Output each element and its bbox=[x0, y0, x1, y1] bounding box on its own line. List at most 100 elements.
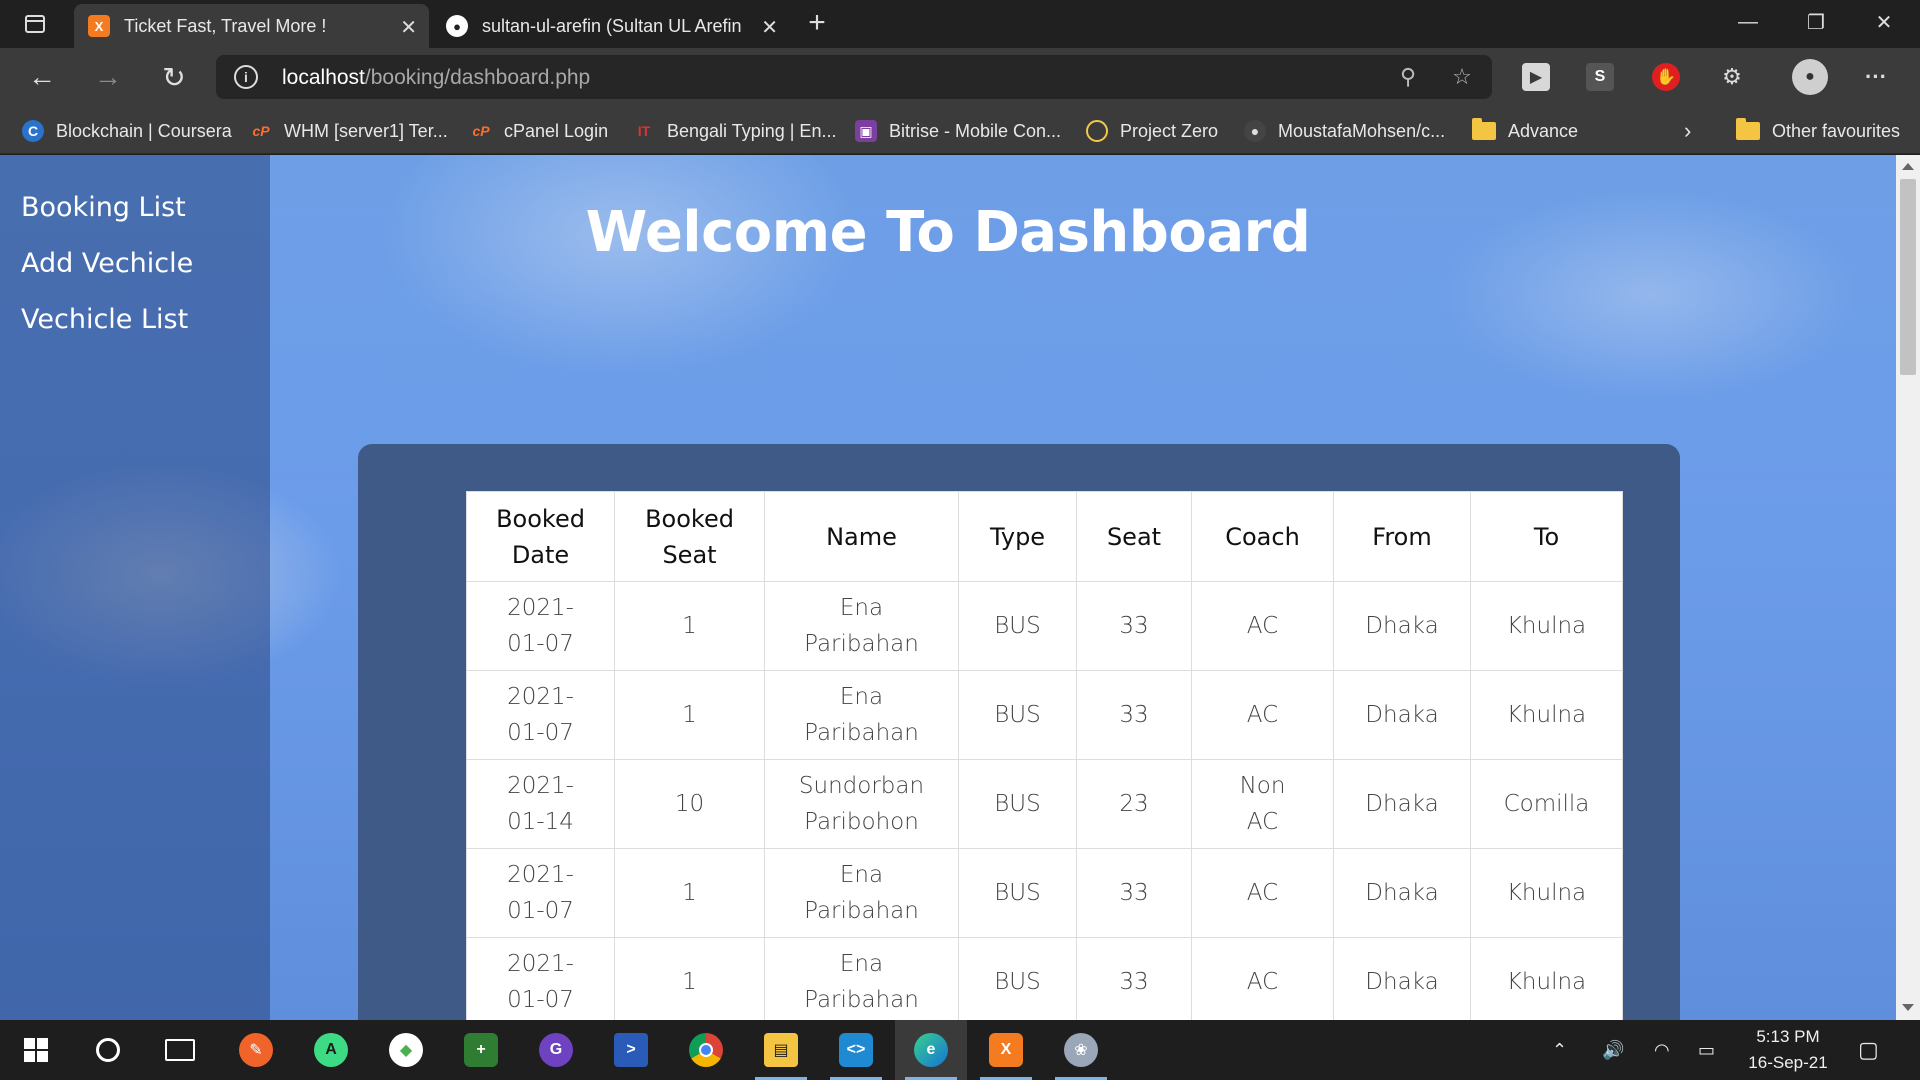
bookmark-bitrise[interactable]: ▣ Bitrise - Mobile Con... bbox=[855, 118, 1061, 144]
bookmark-folder-advance[interactable]: Advance bbox=[1472, 118, 1578, 144]
cell-text: Paribohon bbox=[804, 809, 919, 835]
cell-text: Khulna bbox=[1506, 969, 1587, 995]
sidebar-link-booking-list[interactable]: Booking List bbox=[21, 192, 186, 223]
scroll-down-icon[interactable] bbox=[1902, 1004, 1914, 1011]
cell-text: Ena bbox=[839, 595, 884, 621]
extensions-icon[interactable]: ⚙ bbox=[1718, 63, 1746, 91]
taskbar-app-file-explorer[interactable]: ▤ bbox=[745, 1020, 817, 1080]
page-viewport: Booking List Add Vechicle Vechicle List … bbox=[0, 155, 1896, 1020]
header-text: Date bbox=[511, 540, 570, 569]
cell-text: Dhaka bbox=[1365, 702, 1439, 728]
task-view-button[interactable] bbox=[144, 1020, 216, 1080]
cell-text: Dhaka bbox=[1365, 613, 1439, 639]
windows-taskbar: ✎ A ◆ + G > ▤ <> e X ❀ ⌃ 🔊 ◠ ▭ 5:13 PM 1… bbox=[0, 1020, 1920, 1080]
cell-text: AC bbox=[1246, 702, 1279, 728]
clock-date: 16-Sep-21 bbox=[1748, 1053, 1828, 1072]
cell-booked-seat: 10 bbox=[614, 759, 765, 849]
start-button[interactable] bbox=[0, 1020, 72, 1080]
taskbar-app-edge[interactable]: e bbox=[895, 1020, 967, 1080]
tab-ticket-fast[interactable]: X Ticket Fast, Travel More ! ✕ bbox=[74, 4, 429, 48]
cell-text: 2021- bbox=[507, 595, 574, 621]
cell-text: Comilla bbox=[1503, 791, 1590, 817]
bookmark-other-favourites[interactable]: Other favourites bbox=[1736, 118, 1900, 144]
bookmark-bengali-typing[interactable]: IT Bengali Typing | En... bbox=[633, 118, 837, 144]
cell-to: Khulna bbox=[1470, 848, 1623, 938]
close-icon[interactable]: ✕ bbox=[761, 15, 778, 40]
cell-booked-date: 2021- 01-07 bbox=[466, 937, 615, 1020]
sidebar: Booking List Add Vechicle Vechicle List bbox=[0, 155, 270, 1020]
url-text[interactable]: localhost/booking/dashboard.php bbox=[282, 66, 590, 90]
search-button[interactable] bbox=[72, 1020, 144, 1080]
tab-github-profile[interactable]: ● sultan-ul-arefin (Sultan UL Arefin ✕ bbox=[432, 4, 790, 48]
address-bar[interactable]: i localhost/booking/dashboard.php ⚲ ☆ bbox=[216, 55, 1492, 99]
cell-text: 1 bbox=[682, 702, 697, 728]
taskbar-app-android-studio[interactable]: A bbox=[295, 1020, 367, 1080]
table-row: 2021- 01-07 1 Ena Paribahan BUS 33 AC Dhak… bbox=[466, 848, 1623, 938]
taskbar-app-security[interactable]: + bbox=[445, 1020, 517, 1080]
show-hidden-icons-chevron-icon[interactable]: ⌃ bbox=[1552, 1020, 1567, 1080]
cell-text: Khulna bbox=[1506, 880, 1587, 906]
taskbar-app-mongodb[interactable]: ◆ bbox=[370, 1020, 442, 1080]
cpanel-icon: cP bbox=[472, 123, 490, 139]
header-text: Type bbox=[989, 522, 1046, 551]
bookmark-whm[interactable]: cP WHM [server1] Ter... bbox=[250, 118, 447, 144]
bookmark-moustafa[interactable]: ● MoustafaMohsen/c... bbox=[1244, 118, 1445, 144]
page-scrollbar[interactable] bbox=[1896, 155, 1920, 1020]
github-icon: ● bbox=[446, 15, 468, 37]
minimize-button[interactable]: — bbox=[1714, 0, 1782, 44]
cell-coach: AC bbox=[1191, 581, 1334, 671]
s-extension-icon[interactable]: S bbox=[1586, 63, 1614, 91]
browser-toolbar: ← → ↻ i localhost/booking/dashboard.php … bbox=[0, 48, 1920, 106]
play-extension-icon[interactable]: ▶ bbox=[1522, 63, 1550, 91]
notification-icon[interactable]: ▢ bbox=[1858, 1020, 1879, 1080]
taskbar-app-github-desktop[interactable]: G bbox=[520, 1020, 592, 1080]
close-icon[interactable]: ✕ bbox=[400, 15, 417, 40]
cell-text: 01-07 bbox=[507, 987, 574, 1013]
cell-text: Sundorban bbox=[798, 773, 925, 799]
add-favourite-icon[interactable]: ☆ bbox=[1448, 64, 1476, 92]
volume-icon[interactable]: 🔊 bbox=[1602, 1020, 1624, 1080]
taskbar-app-powershell[interactable]: > bbox=[595, 1020, 667, 1080]
scroll-up-icon[interactable] bbox=[1902, 163, 1914, 170]
wifi-icon[interactable]: ◠ bbox=[1654, 1020, 1670, 1080]
header-to: To bbox=[1470, 491, 1623, 582]
forward-button[interactable]: → bbox=[90, 59, 126, 95]
security-icon: + bbox=[464, 1033, 498, 1067]
cell-booked-date: 2021- 01-14 bbox=[466, 759, 615, 849]
cell-to: Comilla bbox=[1470, 759, 1623, 849]
zoom-icon[interactable]: ⚲ bbox=[1394, 64, 1422, 92]
more-bookmarks-chevron-icon[interactable]: › bbox=[1684, 118, 1691, 144]
adblock-extension-icon[interactable]: ✋ bbox=[1652, 63, 1680, 91]
sidebar-link-vehicle-list[interactable]: Vechicle List bbox=[21, 304, 188, 335]
profile-avatar[interactable]: ● bbox=[1792, 59, 1828, 95]
bookmark-label: Bitrise - Mobile Con... bbox=[889, 120, 1062, 141]
cell-seat: 23 bbox=[1076, 759, 1192, 849]
taskbar-app-paint[interactable]: ✎ bbox=[220, 1020, 292, 1080]
new-tab-button[interactable]: + bbox=[800, 8, 834, 40]
refresh-button[interactable]: ↻ bbox=[156, 59, 192, 95]
tab-actions-button[interactable] bbox=[16, 10, 54, 38]
back-button[interactable]: ← bbox=[24, 59, 60, 95]
cell-type: BUS bbox=[958, 581, 1077, 671]
sidebar-link-add-vehicle[interactable]: Add Vechicle bbox=[21, 248, 193, 279]
taskbar-clock[interactable]: 5:13 PM 16-Sep-21 bbox=[1738, 1024, 1838, 1076]
close-window-button[interactable]: ✕ bbox=[1850, 0, 1918, 44]
taskbar-app-paint3d[interactable]: ❀ bbox=[1045, 1020, 1117, 1080]
taskbar-app-chrome[interactable] bbox=[670, 1020, 742, 1080]
bookmark-project-zero[interactable]: Project Zero bbox=[1086, 118, 1218, 144]
battery-icon[interactable]: ▭ bbox=[1698, 1020, 1715, 1080]
bookmark-label: Other favourites bbox=[1772, 120, 1901, 141]
cell-text: 2021- bbox=[507, 951, 574, 977]
cell-text: BUS bbox=[994, 613, 1041, 639]
bookmark-cpanel-login[interactable]: cP cPanel Login bbox=[470, 118, 608, 144]
cell-coach: Non AC bbox=[1191, 759, 1334, 849]
cell-text: Khulna bbox=[1506, 702, 1587, 728]
restore-button[interactable]: ❐ bbox=[1782, 0, 1850, 44]
more-menu-icon[interactable]: ··· bbox=[1862, 63, 1890, 91]
info-icon[interactable]: i bbox=[234, 65, 258, 89]
taskbar-app-xampp[interactable]: X bbox=[970, 1020, 1042, 1080]
bookmark-coursera[interactable]: C Blockchain | Coursera bbox=[22, 118, 232, 144]
cell-to: Khulna bbox=[1470, 581, 1623, 671]
taskbar-app-vscode[interactable]: <> bbox=[820, 1020, 892, 1080]
scroll-thumb[interactable] bbox=[1900, 179, 1916, 375]
